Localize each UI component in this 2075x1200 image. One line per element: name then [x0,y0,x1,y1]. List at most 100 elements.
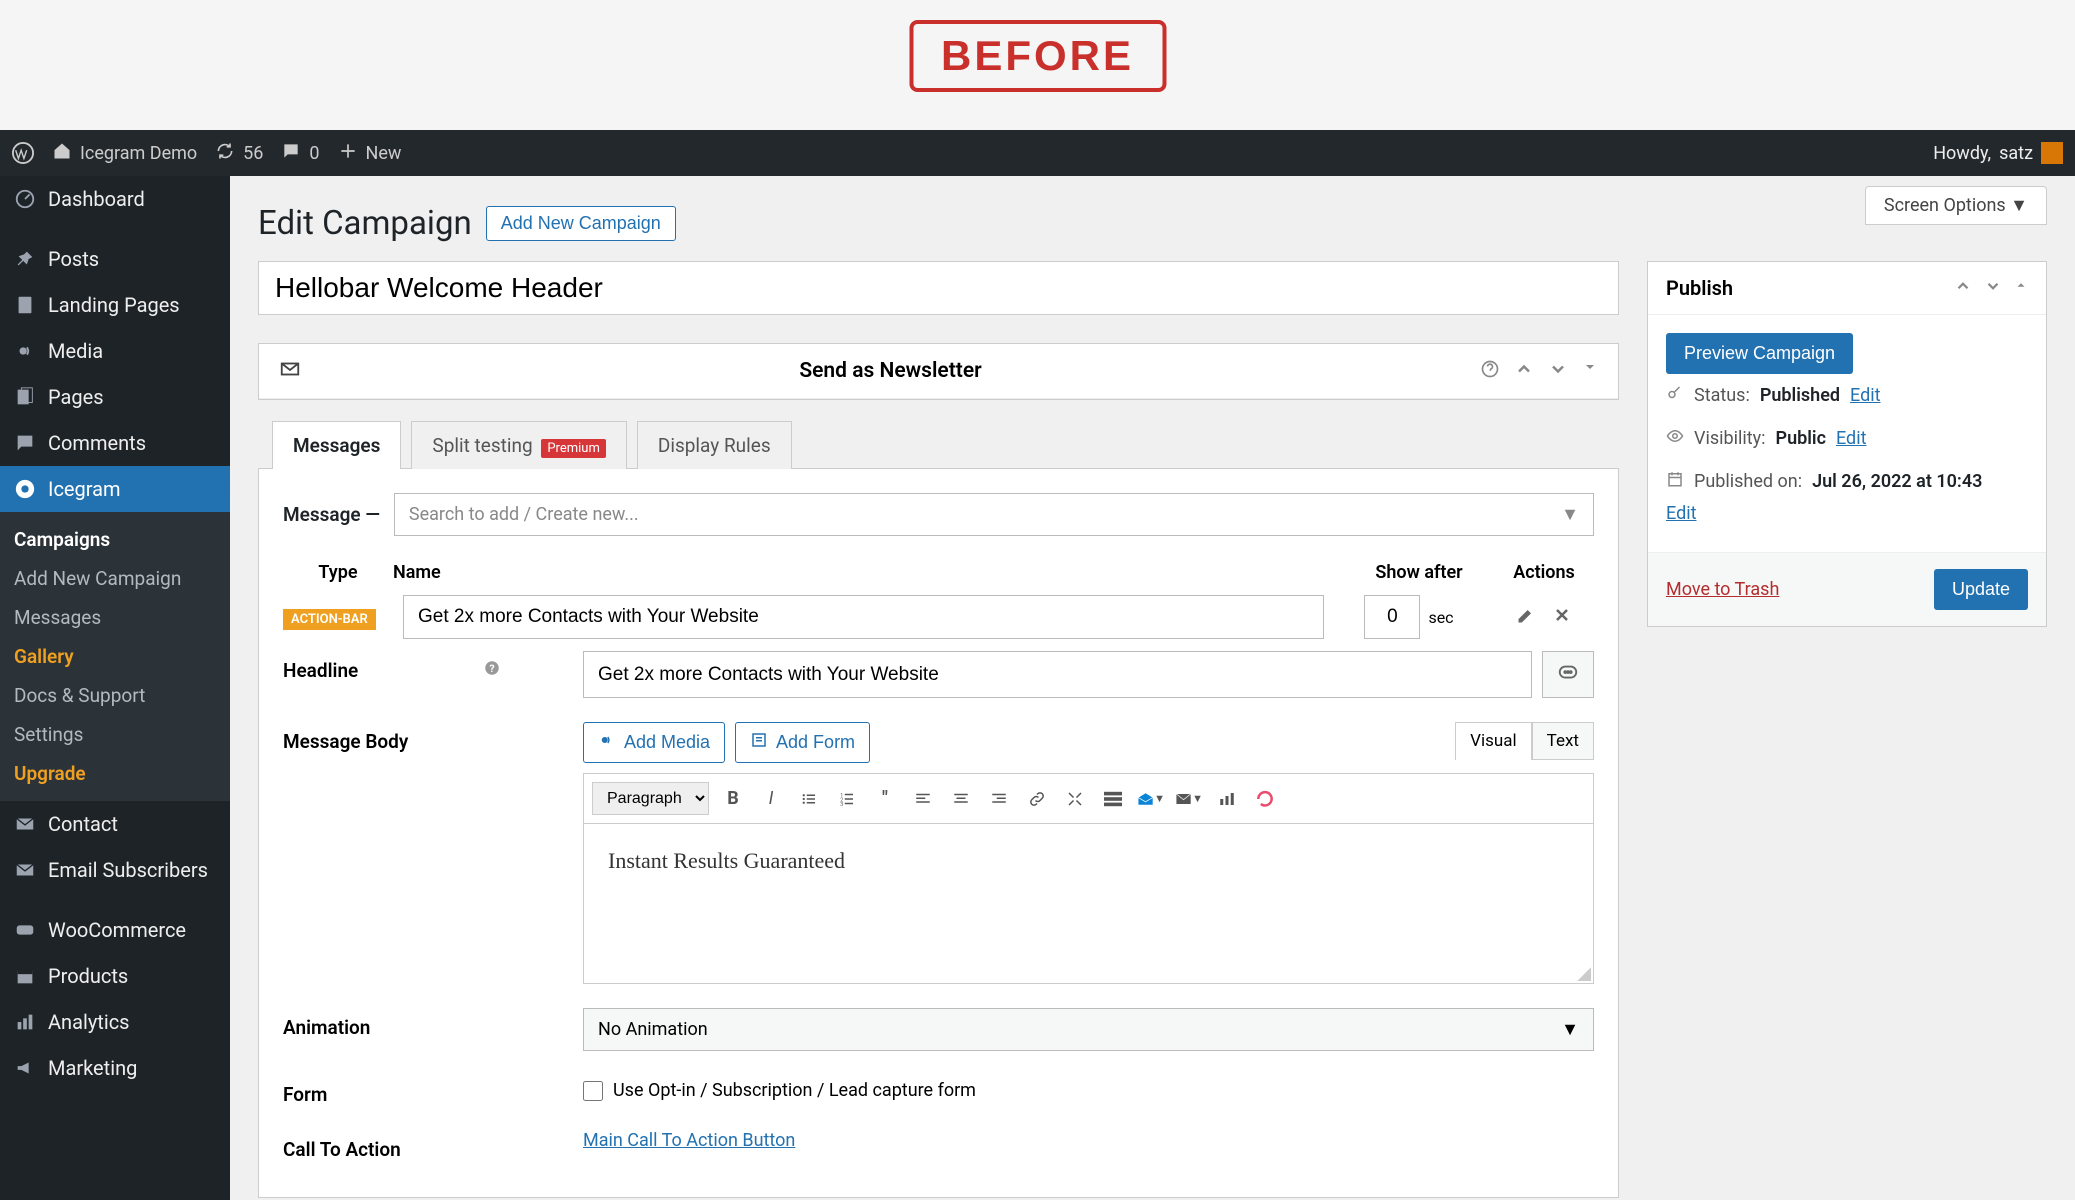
action-bar-badge: ACTION-BAR [283,609,376,630]
visibility-edit-link[interactable]: Edit [1836,428,1866,449]
box-icon [14,965,36,987]
italic-icon[interactable]: I [757,785,785,813]
media-icon [14,340,36,362]
tab-split-testing[interactable]: Split testing Premium [411,421,626,469]
eye-icon [1666,427,1684,450]
show-after-input[interactable] [1364,595,1420,639]
dashboard-icon [14,188,36,210]
mail-icon [14,813,36,835]
sidebar-item-dashboard[interactable]: Dashboard [0,176,230,222]
sidebar-item-pages[interactable]: Pages [0,374,230,420]
user-menu[interactable]: Howdy, satz [1933,142,2063,164]
avatar [2041,142,2063,164]
sec-label: sec [1428,608,1453,627]
message-name-input[interactable] [403,595,1324,639]
bold-icon[interactable]: B [719,785,747,813]
submenu-docs-support[interactable]: Docs & Support [0,676,230,715]
caret-down-icon[interactable] [1582,359,1598,383]
home-icon [52,141,72,166]
resize-handle-icon[interactable] [1577,967,1591,981]
align-left-icon[interactable] [909,785,937,813]
chart-icon[interactable] [1213,785,1241,813]
before-stamp: BEFORE [909,20,1166,92]
sidebar-item-contact[interactable]: Contact [0,801,230,847]
campaign-title-input[interactable] [258,261,1619,315]
col-header-name: Name [393,562,1344,583]
link-icon[interactable] [1023,785,1051,813]
comments-link[interactable]: 0 [281,141,319,166]
move-to-trash-link[interactable]: Move to Trash [1666,579,1779,600]
format-select[interactable]: Paragraph [592,782,709,815]
sidebar-item-analytics[interactable]: Analytics [0,999,230,1045]
page-title: Edit Campaign [258,204,472,243]
sidebar-item-email-subscribers[interactable]: Email Subscribers [0,847,230,893]
chevron-down-icon[interactable] [1984,277,2002,299]
sidebar-item-comments[interactable]: Comments [0,420,230,466]
submenu-gallery[interactable]: Gallery [0,637,230,676]
submenu-upgrade[interactable]: Upgrade [0,754,230,793]
editor-tab-text[interactable]: Text [1532,722,1594,760]
sidebar-item-products[interactable]: Products [0,953,230,999]
sidebar-submenu: Campaigns Add New Campaign Messages Gall… [0,512,230,801]
animation-label: Animation [283,1008,583,1051]
submenu-settings[interactable]: Settings [0,715,230,754]
woo-icon [14,919,36,941]
update-button[interactable]: Update [1934,569,2028,610]
numbered-list-icon[interactable]: 123 [833,785,861,813]
edit-icon[interactable] [1516,605,1536,629]
sidebar-item-landing-pages[interactable]: Landing Pages [0,282,230,328]
tab-messages[interactable]: Messages [272,421,401,469]
cta-label: Call To Action [283,1130,583,1161]
submenu-campaigns[interactable]: Campaigns [0,520,230,559]
message-label: Message — [283,503,380,526]
newsletter-panel: Send as Newsletter [258,343,1619,400]
wp-logo-icon[interactable] [12,142,34,164]
chevron-up-icon[interactable] [1954,277,1972,299]
body-label: Message Body [283,722,583,984]
updates-link[interactable]: 56 [215,141,263,166]
add-new-campaign-button[interactable]: Add New Campaign [486,206,676,241]
fullscreen-icon[interactable] [1061,785,1089,813]
editor-tab-visual[interactable]: Visual [1455,722,1531,760]
envelope-icon[interactable]: ▼ [1175,785,1203,813]
new-content-link[interactable]: New [338,141,402,166]
help-icon[interactable] [1480,359,1500,383]
cta-link[interactable]: Main Call To Action Button [583,1130,795,1151]
sidebar-item-icegram[interactable]: Icegram [0,466,230,512]
form-checkbox-label: Use Opt-in / Subscription / Lead capture… [613,1080,976,1101]
mail-icon [14,859,36,881]
message-body-editor[interactable]: Instant Results Guaranteed [583,824,1594,984]
headline-chat-button[interactable] [1542,651,1594,698]
pin-icon [14,248,36,270]
published-edit-link[interactable]: Edit [1666,503,1696,524]
form-checkbox[interactable] [583,1081,603,1101]
align-center-icon[interactable] [947,785,975,813]
sidebar-item-media[interactable]: Media [0,328,230,374]
help-icon[interactable]: ? [483,659,501,682]
align-right-icon[interactable] [985,785,1013,813]
tab-display-rules[interactable]: Display Rules [637,421,792,469]
toolbar-toggle-icon[interactable] [1099,785,1127,813]
bullet-list-icon[interactable] [795,785,823,813]
sidebar-item-woocommerce[interactable]: WooCommerce [0,907,230,953]
envelope-open-icon[interactable]: ▼ [1137,785,1165,813]
preview-campaign-button[interactable]: Preview Campaign [1666,333,1853,374]
animation-select[interactable]: No Animation ▼ [583,1008,1594,1051]
site-name-link[interactable]: Icegram Demo [52,141,197,166]
sidebar-item-posts[interactable]: Posts [0,236,230,282]
headline-input[interactable] [583,651,1532,698]
chevron-up-icon[interactable] [1514,359,1534,383]
refresh-icon[interactable] [1251,785,1279,813]
quote-icon[interactable]: " [871,785,899,813]
chevron-down-icon[interactable] [1548,359,1568,383]
screen-options-toggle[interactable]: Screen Options ▼ [1865,186,2047,225]
sidebar-item-marketing[interactable]: Marketing [0,1045,230,1091]
submenu-messages[interactable]: Messages [0,598,230,637]
submenu-add-new-campaign[interactable]: Add New Campaign [0,559,230,598]
add-form-button[interactable]: Add Form [735,722,870,763]
close-icon[interactable] [1552,605,1572,629]
message-search-select[interactable]: Search to add / Create new... ▼ [394,493,1594,536]
caret-up-icon[interactable] [2014,277,2028,299]
add-media-button[interactable]: Add Media [583,722,725,763]
status-edit-link[interactable]: Edit [1850,385,1880,406]
